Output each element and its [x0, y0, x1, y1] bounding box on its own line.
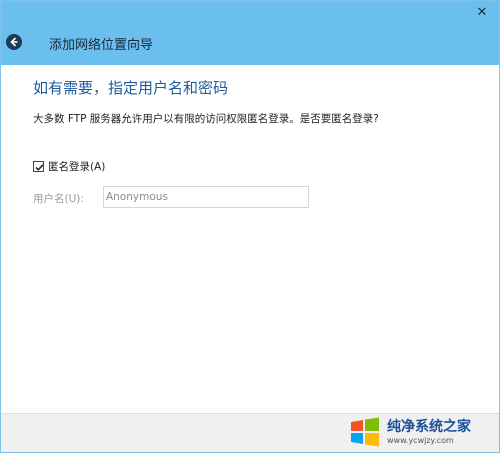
anonymous-login-label[interactable]: 匿名登录(A) — [48, 159, 105, 174]
wizard-footer: 纯净系统之家 www.ycwjzy.com — [1, 413, 499, 452]
close-icon: ✕ — [476, 5, 488, 20]
page-heading: 如有需要，指定用户名和密码 — [33, 79, 229, 97]
wizard-window: ✕ 添加网络位置向导 如有需要，指定用户名和密码 大多数 FTP 服务器允许用户… — [0, 0, 500, 453]
anonymous-login-checkbox[interactable] — [33, 160, 44, 172]
watermark-title: 纯净系统之家 — [387, 419, 471, 435]
anonymous-login-checkbox-row[interactable]: 匿名登录(A) — [33, 159, 105, 173]
wizard-title: 添加网络位置向导 — [49, 38, 154, 53]
watermark: 纯净系统之家 www.ycwjzy.com — [347, 413, 493, 451]
checkmark-icon — [35, 163, 44, 171]
back-button[interactable] — [6, 34, 22, 50]
username-input[interactable]: Anonymous — [103, 186, 309, 208]
windows-logo-icon — [347, 414, 383, 450]
close-button[interactable]: ✕ — [471, 3, 493, 23]
description-text: 大多数 FTP 服务器允许用户以有限的访问权限匿名登录。是否要匿名登录? — [33, 113, 379, 125]
username-label: 用户名(U): — [33, 193, 84, 205]
back-arrow-icon — [10, 37, 18, 47]
title-bar: ✕ 添加网络位置向导 — [1, 1, 499, 65]
watermark-url: www.ycwjzy.com — [387, 436, 454, 445]
